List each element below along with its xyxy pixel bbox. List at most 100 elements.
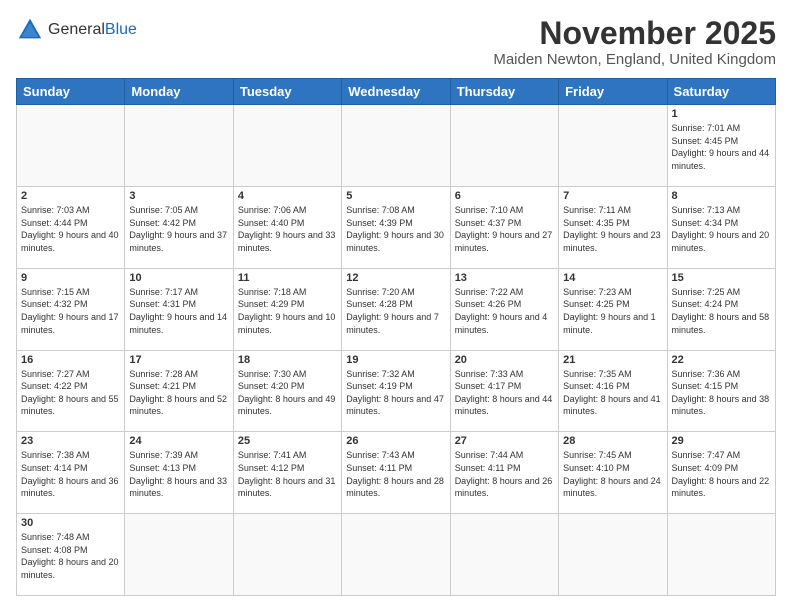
day-number: 28 (563, 435, 662, 447)
day-info: Sunrise: 7:27 AM Sunset: 4:22 PM Dayligh… (21, 368, 120, 418)
calendar-cell: 22Sunrise: 7:36 AM Sunset: 4:15 PM Dayli… (667, 350, 775, 432)
day-info: Sunrise: 7:28 AM Sunset: 4:21 PM Dayligh… (129, 368, 228, 418)
calendar-cell (17, 105, 125, 187)
calendar-cell (559, 514, 667, 596)
calendar-cell: 24 Sunrise: 7:39 AM Sunset: 4:13 PM Dayli… (125, 432, 233, 514)
location: Maiden Newton, England, United Kingdom (493, 51, 776, 68)
day-info: Sunrise: 7:03 AM Sunset: 4:44 PM Dayligh… (21, 204, 120, 254)
calendar-cell: 13Sunrise: 7:22 AM Sunset: 4:26 PM Dayli… (450, 268, 558, 350)
calendar-cell: 15 Sunrise: 7:25 AM Sunset: 4:24 PM Dayli… (667, 268, 775, 350)
weekday-header-thursday: Thursday (450, 79, 558, 105)
calendar-week-5: 23Sunrise: 7:38 AM Sunset: 4:14 PM Dayli… (17, 432, 776, 514)
calendar-cell (233, 514, 341, 596)
day-info: Sunrise: 7:32 AM Sunset: 4:19 PM Dayligh… (346, 368, 445, 418)
calendar-week-6: 30 Sunrise: 7:48 AM Sunset: 4:08 PM Dayli… (17, 514, 776, 596)
day-info: Sunrise: 7:30 AM Sunset: 4:20 PM Dayligh… (238, 368, 337, 418)
calendar-cell: 4Sunrise: 7:06 AM Sunset: 4:40 PM Daylig… (233, 186, 341, 268)
day-number: 3 (129, 190, 228, 202)
calendar-cell: 25 Sunrise: 7:41 AM Sunset: 4:12 PM Dayli… (233, 432, 341, 514)
day-info: Sunrise: 7:45 AM Sunset: 4:10 PM Dayligh… (563, 449, 662, 499)
day-info: Sunrise: 7:05 AM Sunset: 4:42 PM Dayligh… (129, 204, 228, 254)
day-number: 10 (129, 272, 228, 284)
calendar-week-2: 2 Sunrise: 7:03 AM Sunset: 4:44 PM Daylig… (17, 186, 776, 268)
day-number: 21 (563, 354, 662, 366)
day-number: 23 (21, 435, 120, 447)
calendar-cell: 3 Sunrise: 7:05 AM Sunset: 4:42 PM Daylig… (125, 186, 233, 268)
day-info: Sunrise: 7:33 AM Sunset: 4:17 PM Dayligh… (455, 368, 554, 418)
calendar-cell (342, 514, 450, 596)
calendar-cell: 16 Sunrise: 7:27 AM Sunset: 4:22 PM Dayli… (17, 350, 125, 432)
day-number: 27 (455, 435, 554, 447)
day-number: 26 (346, 435, 445, 447)
day-info: Sunrise: 7:01 AM Sunset: 4:45 PM Dayligh… (672, 122, 771, 172)
day-info: Sunrise: 7:13 AM Sunset: 4:34 PM Dayligh… (672, 204, 771, 254)
day-info: Sunrise: 7:11 AM Sunset: 4:35 PM Dayligh… (563, 204, 662, 254)
day-info: Sunrise: 7:39 AM Sunset: 4:13 PM Dayligh… (129, 449, 228, 499)
calendar-cell: 18 Sunrise: 7:30 AM Sunset: 4:20 PM Dayli… (233, 350, 341, 432)
day-number: 8 (672, 190, 771, 202)
logo-general-text: General (48, 21, 105, 38)
day-number: 6 (455, 190, 554, 202)
weekday-header-tuesday: Tuesday (233, 79, 341, 105)
day-info: Sunrise: 7:23 AM Sunset: 4:25 PM Dayligh… (563, 286, 662, 336)
calendar-cell (450, 514, 558, 596)
calendar-cell (125, 514, 233, 596)
calendar-cell: 5Sunrise: 7:08 AM Sunset: 4:39 PM Daylig… (342, 186, 450, 268)
page: GeneralBlue November 2025 Maiden Newton,… (0, 0, 792, 612)
day-number: 2 (21, 190, 120, 202)
calendar-cell: 2 Sunrise: 7:03 AM Sunset: 4:44 PM Daylig… (17, 186, 125, 268)
day-number: 25 (238, 435, 337, 447)
calendar-cell: 30 Sunrise: 7:48 AM Sunset: 4:08 PM Dayli… (17, 514, 125, 596)
month-title: November 2025 (493, 16, 776, 51)
calendar-cell: 19Sunrise: 7:32 AM Sunset: 4:19 PM Dayli… (342, 350, 450, 432)
day-number: 29 (672, 435, 771, 447)
day-info: Sunrise: 7:15 AM Sunset: 4:32 PM Dayligh… (21, 286, 120, 336)
day-number: 14 (563, 272, 662, 284)
calendar-cell: 23Sunrise: 7:38 AM Sunset: 4:14 PM Dayli… (17, 432, 125, 514)
day-number: 24 (129, 435, 228, 447)
day-info: Sunrise: 7:47 AM Sunset: 4:09 PM Dayligh… (672, 449, 771, 499)
calendar-cell: 14 Sunrise: 7:23 AM Sunset: 4:25 PM Dayli… (559, 268, 667, 350)
day-number: 9 (21, 272, 120, 284)
calendar-week-1: 1 Sunrise: 7:01 AM Sunset: 4:45 PM Daylig… (17, 105, 776, 187)
day-number: 1 (672, 108, 771, 120)
calendar-week-4: 16 Sunrise: 7:27 AM Sunset: 4:22 PM Dayli… (17, 350, 776, 432)
day-number: 15 (672, 272, 771, 284)
weekday-header-saturday: Saturday (667, 79, 775, 105)
calendar-cell: 21Sunrise: 7:35 AM Sunset: 4:16 PM Dayli… (559, 350, 667, 432)
calendar-cell (559, 105, 667, 187)
day-info: Sunrise: 7:41 AM Sunset: 4:12 PM Dayligh… (238, 449, 337, 499)
day-info: Sunrise: 7:18 AM Sunset: 4:29 PM Dayligh… (238, 286, 337, 336)
weekday-header-sunday: Sunday (17, 79, 125, 105)
day-number: 11 (238, 272, 337, 284)
calendar-cell: 28 Sunrise: 7:45 AM Sunset: 4:10 PM Dayli… (559, 432, 667, 514)
logo: GeneralBlue (16, 16, 137, 44)
day-info: Sunrise: 7:48 AM Sunset: 4:08 PM Dayligh… (21, 531, 120, 581)
day-info: Sunrise: 7:25 AM Sunset: 4:24 PM Dayligh… (672, 286, 771, 336)
calendar-cell: 7 Sunrise: 7:11 AM Sunset: 4:35 PM Daylig… (559, 186, 667, 268)
day-info: Sunrise: 7:20 AM Sunset: 4:28 PM Dayligh… (346, 286, 445, 336)
day-info: Sunrise: 7:44 AM Sunset: 4:11 PM Dayligh… (455, 449, 554, 499)
day-info: Sunrise: 7:17 AM Sunset: 4:31 PM Dayligh… (129, 286, 228, 336)
weekday-header-wednesday: Wednesday (342, 79, 450, 105)
calendar-cell: 8 Sunrise: 7:13 AM Sunset: 4:34 PM Daylig… (667, 186, 775, 268)
header: GeneralBlue November 2025 Maiden Newton,… (16, 16, 776, 68)
day-number: 18 (238, 354, 337, 366)
day-number: 30 (21, 517, 120, 529)
calendar-cell: 17 Sunrise: 7:28 AM Sunset: 4:21 PM Dayli… (125, 350, 233, 432)
calendar-cell: 9 Sunrise: 7:15 AM Sunset: 4:32 PM Daylig… (17, 268, 125, 350)
calendar-cell: 10 Sunrise: 7:17 AM Sunset: 4:31 PM Dayli… (125, 268, 233, 350)
day-number: 20 (455, 354, 554, 366)
day-number: 16 (21, 354, 120, 366)
calendar-week-3: 9 Sunrise: 7:15 AM Sunset: 4:32 PM Daylig… (17, 268, 776, 350)
day-info: Sunrise: 7:10 AM Sunset: 4:37 PM Dayligh… (455, 204, 554, 254)
day-info: Sunrise: 7:08 AM Sunset: 4:39 PM Dayligh… (346, 204, 445, 254)
calendar-cell: 11 Sunrise: 7:18 AM Sunset: 4:29 PM Dayli… (233, 268, 341, 350)
day-number: 17 (129, 354, 228, 366)
calendar-cell: 26Sunrise: 7:43 AM Sunset: 4:11 PM Dayli… (342, 432, 450, 514)
calendar-table: SundayMondayTuesdayWednesdayThursdayFrid… (16, 78, 776, 596)
day-info: Sunrise: 7:06 AM Sunset: 4:40 PM Dayligh… (238, 204, 337, 254)
day-number: 7 (563, 190, 662, 202)
day-info: Sunrise: 7:36 AM Sunset: 4:15 PM Dayligh… (672, 368, 771, 418)
day-number: 12 (346, 272, 445, 284)
